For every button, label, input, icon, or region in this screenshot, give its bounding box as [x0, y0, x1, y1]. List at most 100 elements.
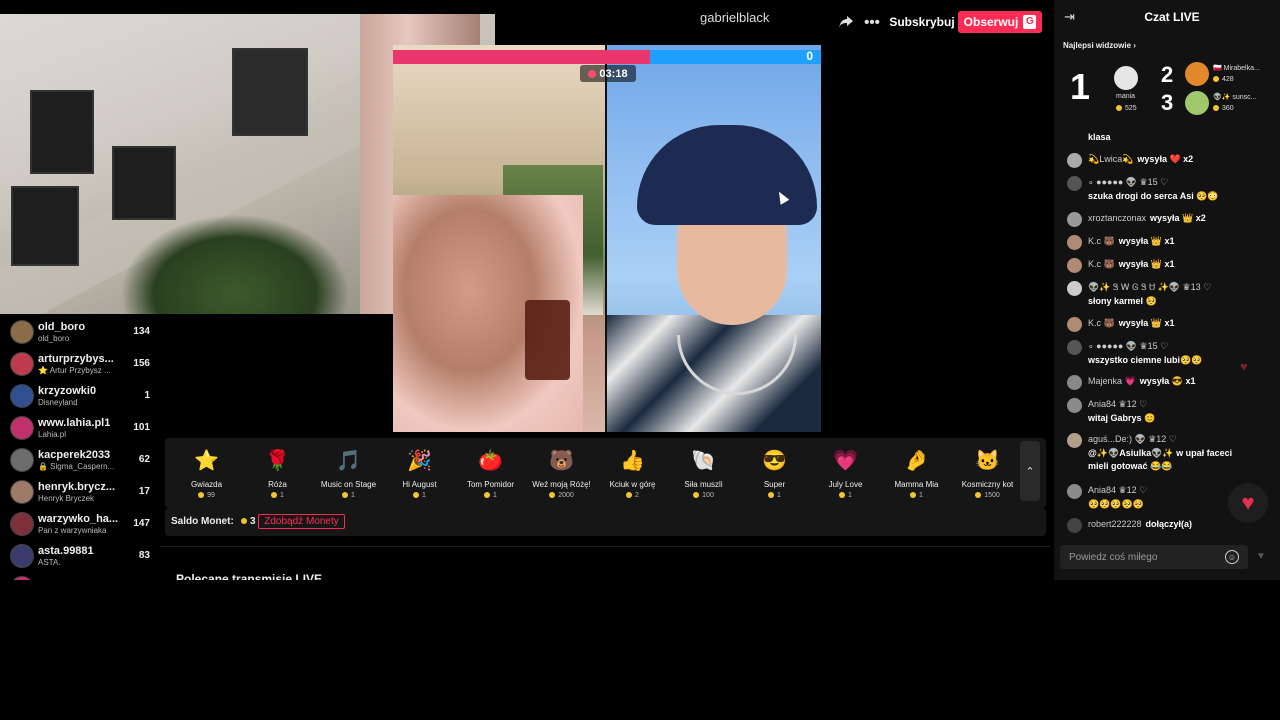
send-icon[interactable]: ▼	[1256, 551, 1268, 563]
gift-item[interactable]: 🐱 Kosmiczny kot 1500	[952, 438, 1023, 508]
chat-username[interactable]: robert222228 dołączył(a)	[1088, 519, 1192, 529]
chat-avatar[interactable]	[1067, 433, 1082, 448]
smiley-icon[interactable]: ☺	[1225, 550, 1239, 564]
viewer-row[interactable]: henryk.brycz... Henryk Bryczek 17	[0, 476, 160, 508]
gift-label: Music on Stage	[320, 480, 377, 489]
coin-icon	[1213, 76, 1219, 83]
gift-item[interactable]: 🎉 Hi August 1	[384, 438, 455, 508]
top-viewer-score-value: 360	[1222, 105, 1234, 112]
chat-avatar[interactable]	[1067, 176, 1082, 191]
battle-video[interactable]: 0 03:18	[393, 45, 821, 432]
top-viewer-name: 🇵🇱 Mirabelka...	[1213, 65, 1260, 72]
recommended-lives-title: Polecane transmisje LIVE	[176, 572, 323, 580]
follow-button[interactable]: Obserwuj G	[958, 11, 1042, 33]
top-viewer-name: 👽✨ sunsc...	[1213, 94, 1257, 101]
gift-item[interactable]: 🎵 Music on Stage 1	[313, 438, 384, 508]
chat-avatar[interactable]	[1067, 398, 1082, 413]
rank-number: 2	[1161, 62, 1174, 87]
bear-gift-icon: 🐻	[549, 450, 574, 472]
gift-bar-collapse-button[interactable]: ⌃	[1020, 441, 1040, 501]
chat-username[interactable]: Ania84 ♛12 ♡	[1088, 485, 1147, 496]
chat-username[interactable]: K.c 🐻 wysyła 👑 x1	[1088, 236, 1174, 247]
viewer-score: 134	[133, 326, 150, 337]
gift-item[interactable]: 🍅 Tom Pomidor 1	[455, 438, 526, 508]
viewer-row[interactable]: warzywko_ha... Pan z warzywniaka 147	[0, 508, 160, 540]
viewer-subtitle: ⭐ Artur Przybysz ...	[38, 366, 111, 375]
top-viewer-avatar[interactable]	[1185, 62, 1209, 86]
chat-username[interactable]: aguś...De:) 👽 ♛12 ♡	[1088, 434, 1177, 445]
share-button[interactable]	[835, 11, 857, 33]
gift-item[interactable]: 🌹 Róża 1	[242, 438, 313, 508]
chat-message-text: klasa	[1088, 132, 1111, 142]
chat-message-text: wysyła 👑 x2	[1150, 213, 1206, 223]
like-button[interactable]: ♥	[1228, 483, 1268, 523]
streamer-name[interactable]: gabrielblack	[700, 10, 769, 25]
top-viewer-avatar[interactable]	[1114, 66, 1138, 90]
gift-label: Kciuk w górę	[609, 480, 656, 489]
coin-icon	[1116, 105, 1122, 112]
gift-item[interactable]: 🤌 Mamma Mia 1	[881, 438, 952, 508]
chat-avatar[interactable]	[1067, 340, 1082, 355]
coin-wallet: Saldo Monet: 3 Zdobądź Monety	[165, 508, 1046, 536]
gift-item[interactable]: ⭐ Gwiazda 99	[171, 438, 242, 508]
chat-message-text: wysyła 👑 x1	[1118, 236, 1175, 246]
top-viewer-avatar[interactable]	[1185, 91, 1209, 115]
gift-item[interactable]: 🐻 Weź moją Różę! 2000	[526, 438, 597, 508]
viewer-row[interactable]: kacperek2033 🔒 Sigma_Caspern... 62	[0, 444, 160, 476]
chat-avatar[interactable]	[1067, 258, 1082, 273]
coin-icon	[484, 492, 491, 499]
more-options-button[interactable]: •••	[861, 11, 883, 33]
chat-message-text: wszystko ciemne lubi🥺🥺	[1088, 355, 1203, 365]
chat-message-text: witaj Gabrys 😊	[1088, 413, 1156, 423]
chat-avatar[interactable]	[1067, 484, 1082, 499]
gift-item[interactable]: 😎 Super 1	[739, 438, 810, 508]
chat-username[interactable]: 👽✨ Ꮥ Ꮃ Ꮆ Ꮥ Ꮜ ✨👽 ♛13 ♡	[1088, 282, 1211, 293]
gift-label: Super	[763, 480, 786, 489]
chat-avatar[interactable]	[1067, 281, 1082, 296]
chat-username[interactable]: ∘ ●●●●● 👽 ♛15 ♡	[1088, 341, 1168, 352]
coin-icon	[1213, 105, 1219, 112]
gift-item[interactable]: 💗 July Love 1	[810, 438, 881, 508]
viewer-score: 83	[138, 550, 150, 561]
top-viewers-link[interactable]: Najlepsi widzowie ›	[1063, 41, 1136, 50]
viewer-row[interactable]: asta.99881 ASTA. 83	[0, 540, 160, 572]
viewer-subtitle: Henryk Bryczek	[38, 494, 95, 503]
gift-price: 2	[597, 492, 668, 499]
chat-username[interactable]: 💫Lwica💫 wysyła ❤️ x2	[1088, 154, 1193, 165]
chat-avatar[interactable]	[1067, 317, 1082, 332]
chat-avatar[interactable]	[1067, 375, 1082, 390]
chat-avatar[interactable]	[1067, 153, 1082, 168]
viewer-row[interactable]: ...	[0, 572, 160, 580]
viewer-name: ...	[38, 577, 47, 580]
viewer-row[interactable]: arturprzybys... ⭐ Artur Przybysz ... 156	[0, 348, 160, 380]
viewer-row[interactable]: krzyzowki0 Disneyland 1	[0, 380, 160, 412]
gift-price: 1	[384, 492, 455, 499]
chat-username[interactable]: Majenka 💗 wysyła 😎 x1	[1088, 376, 1195, 387]
chat-username[interactable]: xroztanczonax wysyła 👑 x2	[1088, 213, 1206, 224]
cam-picture-frame	[112, 146, 176, 220]
chat-username[interactable]: ∘ ●●●●● 👽 ♛15 ♡	[1088, 177, 1168, 188]
gift-label: Róża	[268, 480, 287, 489]
coin-icon	[626, 492, 633, 499]
subscribe-button[interactable]: Subskrybuj	[889, 11, 955, 33]
star-gift-icon: ⭐	[194, 450, 219, 472]
chat-message-text: mieli gotować 😂😂	[1088, 461, 1173, 471]
gift-item[interactable]: 👍 Kciuk w górę 2	[597, 438, 668, 508]
chat-username[interactable]: Ania84 ♛12 ♡	[1088, 399, 1147, 410]
heart-icon: ♥	[1241, 490, 1255, 515]
chat-avatar[interactable]	[1067, 518, 1082, 533]
chat-username[interactable]: K.c 🐻 wysyła 👑 x1	[1088, 318, 1174, 329]
viewer-row[interactable]: old_boro old_boro 134	[0, 316, 160, 348]
chat-header: ⇥ Czat LIVE	[1054, 0, 1280, 34]
chat-username[interactable]: K.c 🐻 wysyła 👑 x1	[1088, 259, 1174, 270]
chat-avatar[interactable]	[1067, 212, 1082, 227]
get-coins-button[interactable]: Zdobądź Monety	[258, 514, 345, 529]
july-love-gift-icon: 💗	[833, 450, 858, 472]
gift-price: 1500	[952, 492, 1023, 499]
viewer-row[interactable]: www.lahia.pl1 Lahia.pl 101	[0, 412, 160, 444]
chat-avatar[interactable]	[1067, 235, 1082, 250]
mamma-mia-gift-icon: 🤌	[904, 450, 929, 472]
chat-input[interactable]	[1060, 545, 1248, 569]
gift-item[interactable]: 🐚 Siła muszli 100	[668, 438, 739, 508]
timer-dot-icon	[588, 69, 597, 78]
